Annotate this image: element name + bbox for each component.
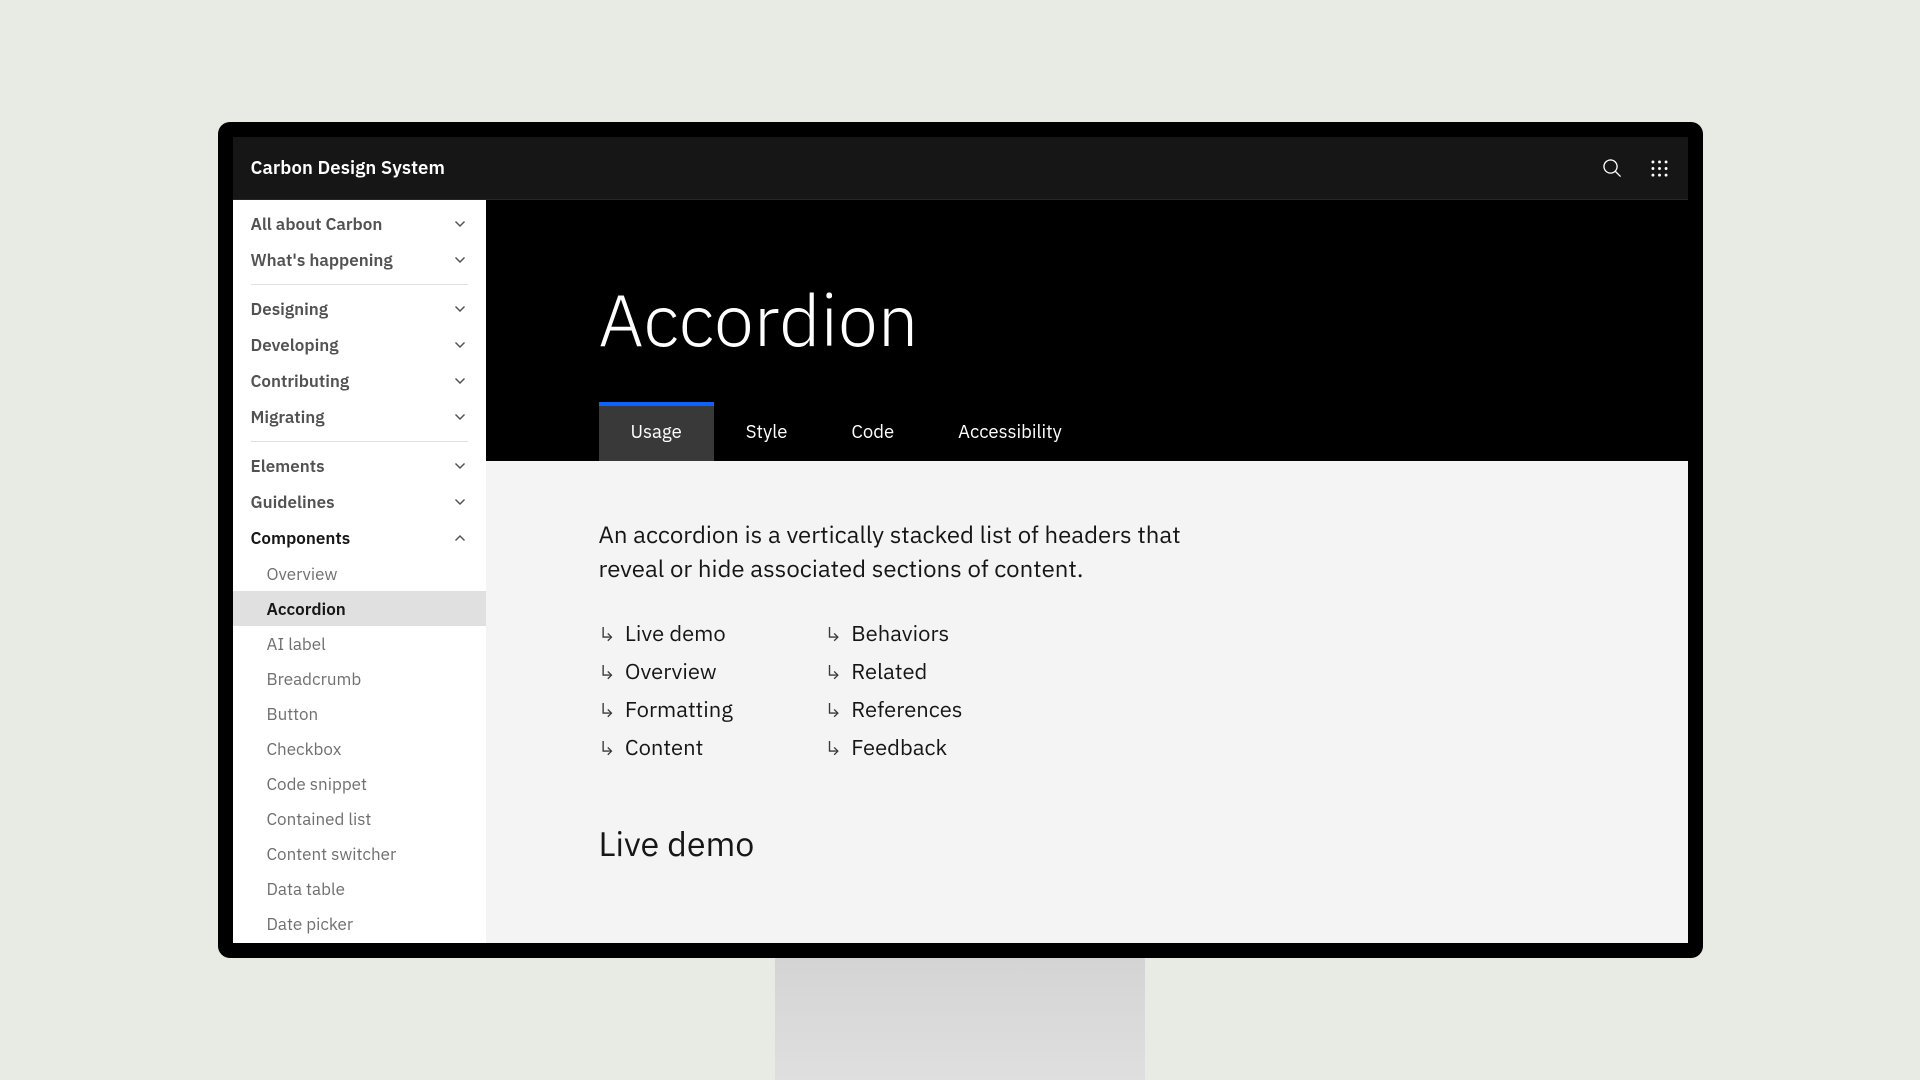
anchor-label: Feedback xyxy=(851,733,947,762)
sidebar-subitem-accordion[interactable]: Accordion xyxy=(233,591,486,626)
sidebar-item-label: Components xyxy=(251,527,351,549)
page-intro: An accordion is a vertically stacked lis… xyxy=(599,517,1239,585)
anchor-label: Behaviors xyxy=(851,619,949,648)
sidebar-item-all-about-carbon[interactable]: All about Carbon xyxy=(251,206,468,242)
arrow-down-right-icon: ↳ xyxy=(599,734,615,761)
sidebar-subitem-data-table[interactable]: Data table xyxy=(233,871,486,906)
sidebar-subitem-dropdown[interactable]: Dropdown xyxy=(233,941,486,943)
page-title: Accordion xyxy=(599,272,1688,366)
sidebar-subitem-breadcrumb[interactable]: Breadcrumb xyxy=(233,661,486,696)
header-actions xyxy=(1602,158,1670,179)
chevron-up-icon xyxy=(452,530,468,546)
app-switcher-icon[interactable] xyxy=(1649,158,1670,179)
anchor-link-live-demo[interactable]: ↳ Live demo xyxy=(599,619,733,648)
anchor-label: Content xyxy=(625,733,703,762)
sidebar-item-label: Designing xyxy=(251,298,329,320)
brand-title[interactable]: Carbon Design System xyxy=(251,156,446,180)
anchor-col-left: ↳ Live demo ↳ Overview ↳ Formatting ↳ Content xyxy=(599,619,733,762)
sidebar-subitem-date-picker[interactable]: Date picker xyxy=(233,906,486,941)
body: All about Carbon What's happening Designin… xyxy=(233,200,1688,943)
top-header: Carbon Design System xyxy=(233,137,1688,200)
chevron-down-icon xyxy=(452,301,468,317)
sidebar-item-label: Guidelines xyxy=(251,491,335,513)
sidebar-item-elements[interactable]: Elements xyxy=(251,448,468,484)
anchor-label: Overview xyxy=(625,657,717,686)
main-content: Accordion UsageStyleCodeAccessibility An… xyxy=(486,200,1688,943)
page-content: An accordion is a vertically stacked lis… xyxy=(486,461,1688,943)
chevron-down-icon xyxy=(452,373,468,389)
monitor-frame: Carbon Design System All about Carbon Wha… xyxy=(218,122,1703,958)
anchor-link-feedback[interactable]: ↳ Feedback xyxy=(825,733,963,762)
anchor-col-right: ↳ Behaviors ↳ Related ↳ References ↳ Feedback xyxy=(825,619,963,762)
sidebar-item-label: Elements xyxy=(251,455,325,477)
search-icon[interactable] xyxy=(1602,158,1623,179)
sidebar-item-label: All about Carbon xyxy=(251,213,383,235)
sidebar-item-migrating[interactable]: Migrating xyxy=(251,399,468,435)
arrow-down-right-icon: ↳ xyxy=(825,734,841,761)
tab-code[interactable]: Code xyxy=(819,402,926,461)
sidebar-subitem-button[interactable]: Button xyxy=(233,696,486,731)
page-tabs: UsageStyleCodeAccessibility xyxy=(486,402,1688,461)
sidebar-subitem-checkbox[interactable]: Checkbox xyxy=(233,731,486,766)
chevron-down-icon xyxy=(452,409,468,425)
screen: Carbon Design System All about Carbon Wha… xyxy=(233,137,1688,943)
sidebar-item-contributing[interactable]: Contributing xyxy=(251,363,468,399)
chevron-down-icon xyxy=(452,458,468,474)
sidebar-subitem-overview[interactable]: Overview xyxy=(233,556,486,591)
sidebar-item-label: Migrating xyxy=(251,406,325,428)
sidebar-item-what-s-happening[interactable]: What's happening xyxy=(251,242,468,278)
sidebar-subitem-code-snippet[interactable]: Code snippet xyxy=(233,766,486,801)
arrow-down-right-icon: ↳ xyxy=(825,696,841,723)
tab-style[interactable]: Style xyxy=(714,402,820,461)
anchor-link-references[interactable]: ↳ References xyxy=(825,695,963,724)
monitor-stand xyxy=(775,958,1145,1080)
anchor-link-related[interactable]: ↳ Related xyxy=(825,657,963,686)
chevron-down-icon xyxy=(452,216,468,232)
arrow-down-right-icon: ↳ xyxy=(599,620,615,647)
anchor-link-content[interactable]: ↳ Content xyxy=(599,733,733,762)
arrow-down-right-icon: ↳ xyxy=(825,658,841,685)
sidebar-subitem-content-switcher[interactable]: Content switcher xyxy=(233,836,486,871)
anchor-label: Formatting xyxy=(625,695,733,724)
anchor-links: ↳ Live demo ↳ Overview ↳ Formatting ↳ Content ↳… xyxy=(599,619,1688,762)
arrow-down-right-icon: ↳ xyxy=(599,658,615,685)
sidebar-item-guidelines[interactable]: Guidelines xyxy=(251,484,468,520)
nav-divider xyxy=(251,284,468,285)
sidebar-item-developing[interactable]: Developing xyxy=(251,327,468,363)
sidebar-item-components[interactable]: Components xyxy=(251,520,468,556)
tab-accessibility[interactable]: Accessibility xyxy=(926,402,1094,461)
sidebar-item-designing[interactable]: Designing xyxy=(251,291,468,327)
chevron-down-icon xyxy=(452,252,468,268)
arrow-down-right-icon: ↳ xyxy=(599,696,615,723)
sidebar-item-label: Developing xyxy=(251,334,339,356)
anchor-label: Related xyxy=(851,657,927,686)
tab-usage[interactable]: Usage xyxy=(599,402,714,461)
arrow-down-right-icon: ↳ xyxy=(825,620,841,647)
chevron-down-icon xyxy=(452,494,468,510)
sidebar-subitem-ai-label[interactable]: AI label xyxy=(233,626,486,661)
anchor-link-behaviors[interactable]: ↳ Behaviors xyxy=(825,619,963,648)
anchor-label: References xyxy=(851,695,962,724)
sidebar-nav: All about Carbon What's happening Designin… xyxy=(233,200,486,943)
anchor-link-overview[interactable]: ↳ Overview xyxy=(599,657,733,686)
sidebar-item-label: What's happening xyxy=(251,249,393,271)
page-hero: Accordion xyxy=(486,200,1688,402)
sidebar-item-label: Contributing xyxy=(251,370,350,392)
section-heading-live-demo: Live demo xyxy=(599,822,1688,866)
sidebar-subitem-contained-list[interactable]: Contained list xyxy=(233,801,486,836)
nav-divider xyxy=(251,441,468,442)
chevron-down-icon xyxy=(452,337,468,353)
anchor-label: Live demo xyxy=(625,619,726,648)
anchor-link-formatting[interactable]: ↳ Formatting xyxy=(599,695,733,724)
